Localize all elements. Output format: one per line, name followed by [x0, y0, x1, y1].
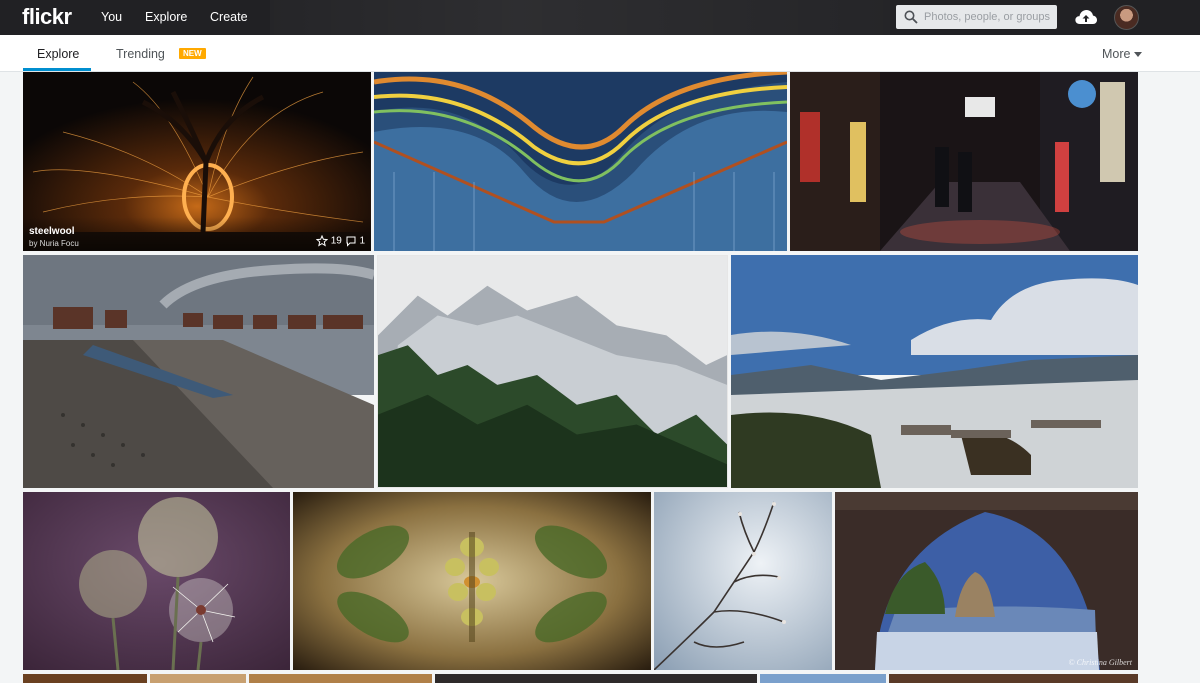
- photo-dandelions: [23, 492, 290, 670]
- photo-tile[interactable]: steelwool by Nuria Focu 19 1: [23, 72, 371, 251]
- photo-mountains: [378, 256, 727, 487]
- photo-tile[interactable]: [654, 492, 832, 670]
- photo-tile[interactable]: [249, 674, 432, 683]
- photo-tile[interactable]: [435, 674, 757, 683]
- chevron-down-icon: [1134, 52, 1143, 58]
- photo-credit: © Christina Gilbert: [1068, 658, 1132, 667]
- top-navigation-bar: flickr You Explore Create: [0, 0, 1200, 35]
- favorites-count: 19: [330, 235, 342, 247]
- search-box[interactable]: [896, 5, 1057, 29]
- photo-tile[interactable]: [760, 674, 886, 683]
- search-input[interactable]: [924, 5, 1054, 29]
- more-label: More: [1102, 47, 1131, 61]
- flickr-logo[interactable]: flickr: [22, 4, 72, 30]
- photo-branch: [654, 492, 832, 670]
- photo-pier: [23, 255, 374, 488]
- explore-subnav: Explore Trending NEW More: [0, 35, 1200, 72]
- photo-tile[interactable]: [23, 492, 290, 670]
- active-tab-indicator: [23, 68, 91, 71]
- header-background-image: [270, 0, 890, 35]
- page-gutter: [1139, 72, 1200, 683]
- photo-tile[interactable]: [790, 72, 1138, 251]
- nav-create[interactable]: Create: [210, 10, 248, 24]
- tab-explore[interactable]: Explore: [37, 47, 79, 61]
- photo-tile[interactable]: [889, 674, 1138, 683]
- tab-trending[interactable]: Trending: [116, 47, 165, 61]
- comment-icon[interactable]: [345, 235, 357, 247]
- photo-tile[interactable]: [731, 255, 1138, 488]
- photo-sea-cave: [835, 492, 1138, 670]
- nav-you[interactable]: You: [101, 10, 122, 24]
- photo-title[interactable]: steelwool: [29, 226, 75, 237]
- more-menu[interactable]: More: [1102, 47, 1143, 61]
- comments-count: 1: [359, 235, 365, 247]
- cloud-upload-icon[interactable]: [1074, 7, 1098, 27]
- user-avatar[interactable]: [1114, 5, 1139, 30]
- nav-explore[interactable]: Explore: [145, 10, 187, 24]
- photo-neon-street: [790, 72, 1138, 251]
- photo-author[interactable]: by Nuria Focu: [29, 239, 79, 248]
- photo-stats: 19 1: [315, 235, 365, 247]
- photo-kaleidoscope-flower: [293, 492, 651, 670]
- photo-tile[interactable]: [23, 255, 374, 488]
- new-badge: NEW: [179, 48, 206, 59]
- photo-tile[interactable]: © Christina Gilbert: [835, 492, 1138, 670]
- photo-tile[interactable]: [374, 72, 787, 251]
- photo-tile[interactable]: [23, 674, 147, 683]
- star-icon[interactable]: [315, 235, 328, 247]
- photo-tile[interactable]: [150, 674, 246, 683]
- photo-skyscraper: [374, 72, 787, 251]
- photo-tile[interactable]: [293, 492, 651, 670]
- search-icon: [904, 10, 918, 24]
- photo-snowy-valley: [731, 255, 1138, 488]
- photo-tile[interactable]: [377, 255, 728, 488]
